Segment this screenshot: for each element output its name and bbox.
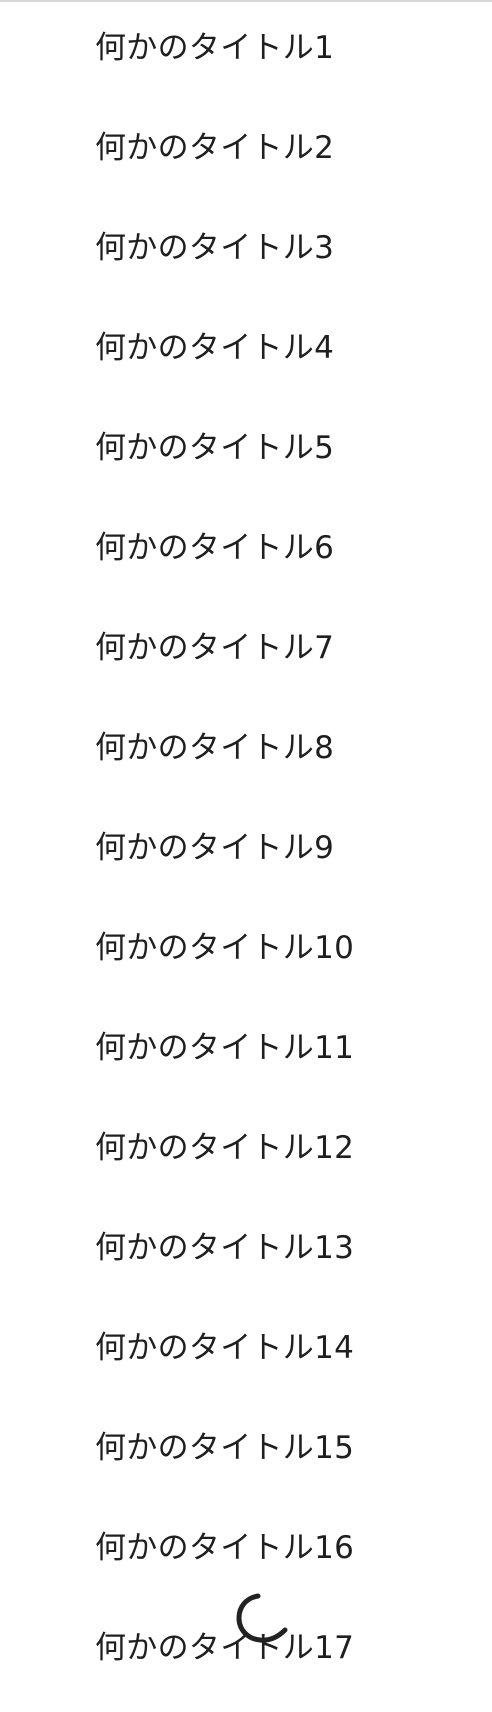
list-item[interactable]: 何かのタイトル11	[0, 1000, 492, 1100]
list-item-label: 何かのタイトル3	[95, 230, 335, 266]
list-item[interactable]: 何かのタイトル5	[0, 400, 492, 500]
loading-spinner-icon	[230, 1590, 292, 1652]
list-item[interactable]: 何かのタイトル16	[0, 1500, 492, 1600]
loading-spinner-graphic	[236, 1593, 288, 1643]
list-item-label: 何かのタイトル16	[95, 1530, 355, 1566]
list-item-label: 何かのタイトル7	[95, 630, 335, 666]
list-item-label: 何かのタイトル12	[95, 1130, 355, 1166]
title-list: 何かのタイトル1 何かのタイトル2 何かのタイトル3 何かのタイトル4 何かのタ…	[0, 0, 492, 1712]
list-item-label: 何かのタイトル1	[95, 30, 335, 66]
list-item-label: 何かのタイトル2	[95, 130, 335, 166]
list-item[interactable]: 何かのタイトル7	[0, 600, 492, 700]
list-item[interactable]: 何かのタイトル15	[0, 1400, 492, 1500]
list-item[interactable]: 何かのタイトル8	[0, 700, 492, 800]
list-item[interactable]: 何かのタイトル1	[0, 0, 492, 100]
list-item-label: 何かのタイトル5	[95, 430, 335, 466]
list-item-label: 何かのタイトル8	[95, 730, 335, 766]
list-item[interactable]: 何かのタイトル10	[0, 900, 492, 1000]
list-item-label: 何かのタイトル17	[95, 1630, 355, 1666]
list-item-label: 何かのタイトル14	[95, 1330, 355, 1366]
list-item-label: 何かのタイトル6	[95, 530, 335, 566]
list-item-label: 何かのタイトル11	[95, 1030, 355, 1066]
list-item[interactable]: 何かのタイトル3	[0, 200, 492, 300]
list-item[interactable]: 何かのタイトル4	[0, 300, 492, 400]
list-item[interactable]: 何かのタイトル9	[0, 800, 492, 900]
list-item[interactable]: 何かのタイトル12	[0, 1100, 492, 1200]
list-item-label: 何かのタイトル10	[95, 930, 355, 966]
list-item-label: 何かのタイトル9	[95, 830, 335, 866]
list-item[interactable]: 何かのタイトル13	[0, 1200, 492, 1300]
list-item-label: 何かのタイトル15	[95, 1430, 355, 1466]
list-item-label: 何かのタイトル13	[95, 1230, 355, 1266]
list-item[interactable]: 何かのタイトル6	[0, 500, 492, 600]
list-item[interactable]: 何かのタイトル2	[0, 100, 492, 200]
list-item-label: 何かのタイトル4	[95, 330, 335, 366]
list-item[interactable]: 何かのタイトル14	[0, 1300, 492, 1400]
